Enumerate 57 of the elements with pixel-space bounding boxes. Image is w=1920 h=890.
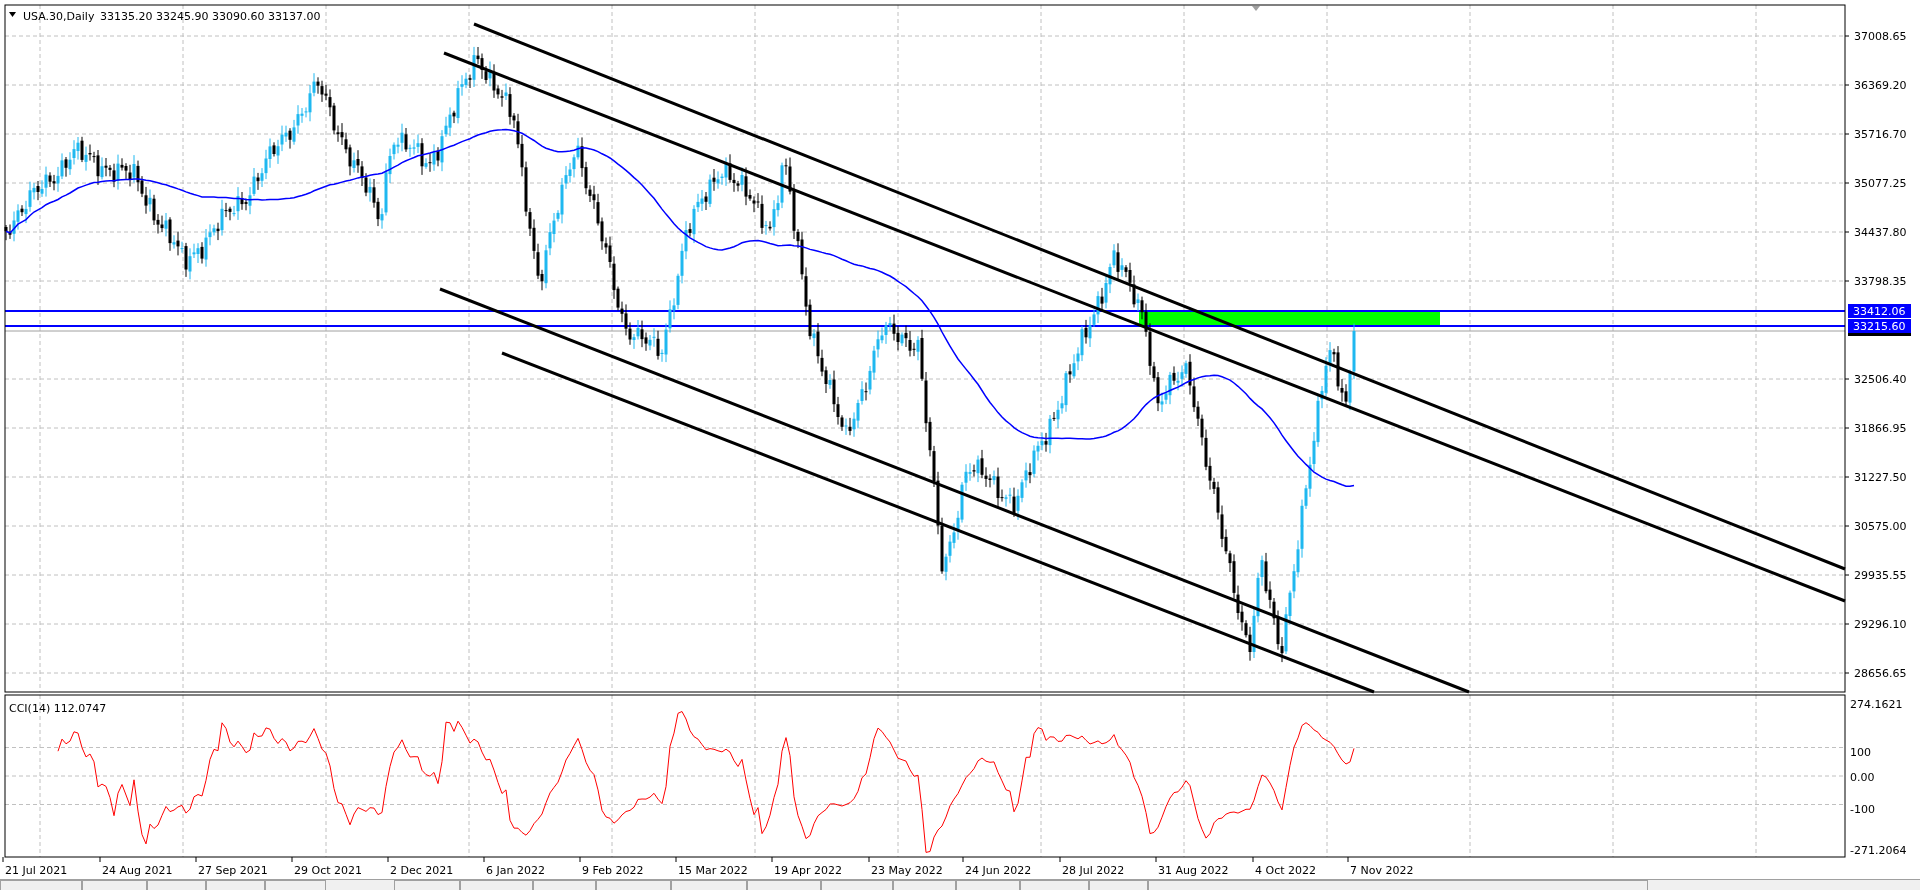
price-label: 37008.65 [1854, 30, 1907, 43]
chart-tab[interactable] [394, 880, 460, 890]
date-label: 2 Dec 2021 [390, 864, 454, 877]
date-label: 24 Jun 2022 [965, 864, 1032, 877]
chart-tab[interactable] [0, 880, 82, 890]
chart-tab[interactable] [821, 880, 893, 890]
chart-tab[interactable] [533, 880, 596, 890]
chart-tab[interactable] [1089, 880, 1148, 890]
chart-tab[interactable] [460, 880, 533, 890]
date-label: 7 Nov 2022 [1350, 864, 1414, 877]
chart-tab[interactable] [1148, 880, 1648, 890]
chart-tab[interactable] [671, 880, 747, 890]
price-label: 29296.10 [1854, 618, 1907, 631]
date-label: 21 Jul 2021 [5, 864, 68, 877]
price-label: 35077.25 [1854, 177, 1907, 190]
price-label: 31227.50 [1854, 471, 1907, 484]
date-label: 6 Jan 2022 [486, 864, 545, 877]
date-label: 29 Oct 2021 [294, 864, 362, 877]
chart-tab[interactable] [956, 880, 1020, 890]
price-label: 28656.65 [1854, 667, 1907, 680]
price-label: 35716.70 [1854, 128, 1907, 141]
chart-tab[interactable] [1020, 880, 1089, 890]
price-label: 32506.40 [1854, 373, 1907, 386]
indicator-axis-label: -271.2064 [1850, 844, 1907, 857]
date-label: 27 Sep 2021 [198, 864, 268, 877]
price-label: 36369.20 [1854, 79, 1907, 92]
indicator-axis-label: 0.00 [1850, 771, 1875, 784]
dropdown-arrow-icon [9, 12, 16, 17]
indicator-axis-label: 274.1621 [1850, 698, 1903, 711]
chart-tab[interactable] [265, 880, 326, 890]
date-label: 31 Aug 2022 [1158, 864, 1229, 877]
indicator-label: CCI(14) 112.0747 [9, 702, 107, 715]
indicator-axis-label: -100 [1850, 803, 1875, 816]
symbol-title: USA.30,Daily [23, 10, 95, 23]
price-label: 34437.80 [1854, 226, 1907, 239]
price-tag: 33412.06 [1848, 304, 1911, 318]
chart-tab[interactable] [893, 880, 956, 890]
triangle-marker-icon [1252, 6, 1260, 11]
date-label: 19 Apr 2022 [774, 864, 842, 877]
chart-tab[interactable] [147, 880, 206, 890]
date-label: 24 Aug 2021 [102, 864, 173, 877]
chart-tab[interactable] [747, 880, 821, 890]
date-label: 9 Feb 2022 [582, 864, 644, 877]
date-label: 15 Mar 2022 [678, 864, 748, 877]
price-label: 33798.35 [1854, 275, 1907, 288]
chart-tab[interactable] [82, 880, 147, 890]
price-label: 30575.00 [1854, 520, 1907, 533]
indicator-axis-label: 100 [1850, 746, 1871, 759]
ohlc-values: 33135.20 33245.90 33090.60 33137.00 [100, 10, 321, 23]
price-label: 31866.95 [1854, 422, 1907, 435]
chart-tab[interactable] [596, 880, 671, 890]
date-label: 4 Oct 2022 [1255, 864, 1316, 877]
price-label: 29935.55 [1854, 569, 1907, 582]
date-label: 28 Jul 2022 [1062, 864, 1125, 877]
price-tag: 33215.60 [1848, 319, 1911, 333]
chart-tab[interactable] [206, 880, 265, 890]
date-label: 23 May 2022 [871, 864, 943, 877]
